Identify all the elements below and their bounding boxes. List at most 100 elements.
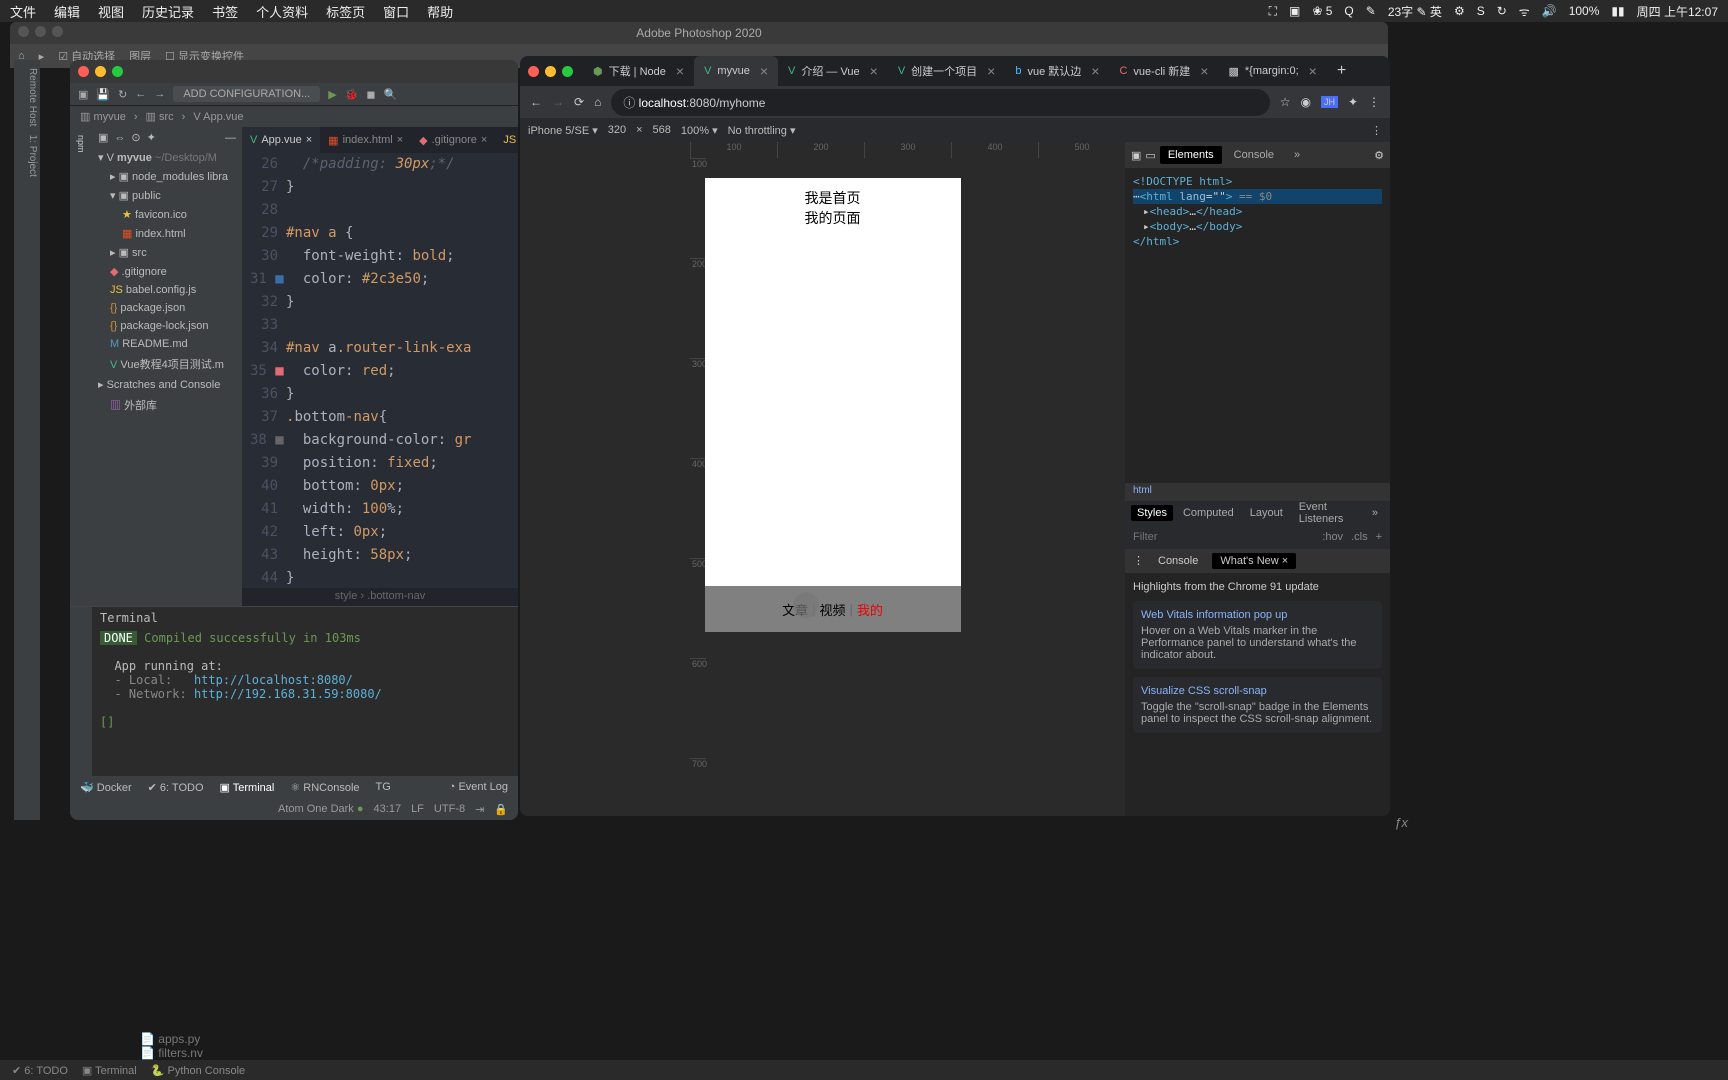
tree-item[interactable]: V Vue教程4项目测试.m: [92, 353, 242, 375]
ime-status[interactable]: 23字 ✎ 英: [1388, 3, 1442, 20]
crumb[interactable]: ▥ src: [146, 110, 174, 123]
browser-tab[interactable]: ▩*{margin:0;×: [1218, 56, 1326, 86]
more-icon[interactable]: ⋮: [1371, 124, 1382, 137]
close-icon[interactable]: ×: [481, 134, 487, 146]
forward-icon[interactable]: →: [154, 88, 165, 100]
ext-icon[interactable]: JH: [1321, 96, 1338, 108]
close-icon[interactable]: ×: [306, 134, 312, 146]
project-icon[interactable]: ▣: [98, 131, 108, 144]
news-card[interactable]: Web Vitals information pop up Hover on a…: [1133, 601, 1382, 669]
debug-icon[interactable]: 🐞: [345, 88, 359, 101]
new-tab-button[interactable]: +: [1327, 62, 1356, 80]
filter-input[interactable]: [1133, 531, 1314, 543]
run-icon[interactable]: ▶: [328, 88, 336, 101]
close-icon[interactable]: ×: [1309, 63, 1317, 79]
back-icon[interactable]: ←: [530, 95, 542, 109]
ide-breadcrumb[interactable]: ▥ myvue › ▥ src › V App.vue: [70, 105, 518, 127]
settings-icon[interactable]: ✦: [147, 131, 156, 144]
python-console-tab[interactable]: 🐍 Python Console: [151, 1064, 245, 1077]
device-width[interactable]: 320: [608, 124, 626, 136]
menu-item[interactable]: 书签: [212, 2, 238, 21]
run-config-button[interactable]: ADD CONFIGURATION...: [173, 86, 320, 102]
forward-icon[interactable]: →: [552, 95, 564, 109]
close-icon[interactable]: ×: [987, 63, 995, 79]
tree-item[interactable]: {} package.json: [92, 299, 242, 317]
extensions-icon[interactable]: ✦: [1348, 95, 1358, 109]
back-icon[interactable]: ←: [135, 88, 146, 100]
drawer-tab[interactable]: Console: [1150, 553, 1206, 569]
address-bar[interactable]: ⓘ localhost:8080/myhome: [611, 89, 1269, 116]
add-rule-button[interactable]: +: [1376, 531, 1382, 543]
window-controls[interactable]: [528, 66, 573, 77]
editor-breadcrumb[interactable]: style › .bottom-nav: [242, 588, 518, 606]
tree-item[interactable]: ▦ index.html: [92, 224, 242, 243]
menu-item[interactable]: 视图: [98, 2, 124, 21]
menu-item[interactable]: 窗口: [383, 2, 409, 21]
collapse-icon[interactable]: ⇔: [114, 132, 125, 144]
record-icon[interactable]: ▣: [1289, 4, 1300, 18]
menu-item[interactable]: 历史记录: [142, 2, 194, 21]
q-icon[interactable]: Q: [1344, 4, 1353, 18]
editor-tab[interactable]: VApp.vue×: [242, 127, 320, 153]
info-icon[interactable]: ⓘ: [623, 96, 635, 110]
tree-item[interactable]: ★ favicon.ico: [92, 205, 242, 224]
stop-icon[interactable]: ◼: [366, 88, 375, 101]
gear-icon[interactable]: ⚙: [1454, 4, 1465, 18]
note-icon[interactable]: ✎: [1366, 4, 1376, 18]
code-area[interactable]: 26 27 28 29 30 31 ■ 32 33 34 35 ■ 36 37 …: [242, 153, 518, 588]
tree-item[interactable]: ▾ ▣ public: [92, 186, 242, 205]
devtools-tab[interactable]: Console: [1226, 146, 1282, 164]
tree-item[interactable]: {} package-lock.json: [92, 317, 242, 335]
tree-root[interactable]: ▾ V myvue ~/Desktop/M: [92, 148, 242, 167]
crumb[interactable]: V App.vue: [193, 111, 243, 123]
close-icon[interactable]: ×: [870, 63, 878, 79]
tree-item[interactable]: ▸ ▣ node_modules libra: [92, 167, 242, 186]
device-icon[interactable]: ▭: [1145, 149, 1155, 162]
close-icon[interactable]: ×: [1091, 63, 1099, 79]
npm-icon[interactable]: npm: [76, 135, 86, 153]
tree-item[interactable]: ▸ ▣ src: [92, 243, 242, 262]
nav-link[interactable]: 我的: [857, 600, 883, 619]
encoding[interactable]: UTF-8: [434, 803, 465, 815]
tg-tab[interactable]: TG: [376, 781, 391, 793]
drawer-tab[interactable]: What's New ×: [1212, 553, 1296, 569]
more-icon[interactable]: »: [1366, 505, 1384, 521]
rnconsole-tab[interactable]: ⚛ RNConsole: [290, 781, 359, 794]
close-icon[interactable]: ×: [676, 63, 684, 79]
nav-link[interactable]: 视频: [819, 600, 845, 619]
screencast-icon[interactable]: ⛶: [1269, 4, 1277, 19]
folder-icon[interactable]: ▣: [78, 88, 88, 101]
device-height[interactable]: 568: [653, 124, 671, 136]
close-icon[interactable]: ×: [1200, 63, 1208, 79]
browser-tab[interactable]: Vmyvue×: [694, 56, 778, 86]
volume-icon[interactable]: 🔊: [1542, 4, 1557, 18]
refresh-icon[interactable]: ↻: [118, 88, 127, 101]
terminal-body[interactable]: Terminal DONE Compiled successfully in 1…: [92, 607, 518, 776]
crumb[interactable]: ▥ myvue: [80, 110, 126, 123]
close-icon[interactable]: ×: [760, 63, 768, 79]
wifi-icon[interactable]: ᯤ: [1519, 3, 1530, 20]
hov-toggle[interactable]: :hov: [1322, 531, 1343, 543]
tree-item[interactable]: JS babel.config.js: [92, 281, 242, 299]
more-icon[interactable]: »: [1286, 146, 1308, 164]
close-icon[interactable]: ×: [1282, 555, 1288, 567]
devtools-subtab[interactable]: Event Listeners: [1293, 499, 1362, 527]
save-icon[interactable]: 💾: [96, 88, 110, 101]
browser-tab[interactable]: ⬢下载 | Node×: [583, 56, 694, 86]
tree-item[interactable]: ▸ Scratches and Console: [92, 375, 242, 394]
tree-item[interactable]: ◆ .gitignore: [92, 262, 242, 281]
todo-tab[interactable]: ✔ 6: TODO: [148, 781, 204, 794]
window-controls[interactable]: [18, 26, 63, 37]
window-controls[interactable]: [70, 60, 518, 83]
hide-icon[interactable]: —: [225, 132, 236, 144]
menu-item[interactable]: 编辑: [54, 2, 80, 21]
device-select[interactable]: iPhone 5/SE ▾: [528, 124, 598, 137]
dom-tree[interactable]: <!DOCTYPE html> ⋯<html lang=""> == $0 ▸<…: [1125, 168, 1390, 255]
wechat-icon[interactable]: ❀ 5: [1312, 4, 1332, 18]
browser-tab[interactable]: V创建一个项目×: [888, 56, 1006, 86]
gear-icon[interactable]: ⚙: [1374, 149, 1384, 162]
event-log[interactable]: ◔ Event Log: [449, 781, 508, 793]
tree-item[interactable]: M README.md: [92, 335, 242, 353]
browser-tab[interactable]: bvue 默认边×: [1005, 56, 1109, 86]
more-icon[interactable]: ⋮: [1133, 554, 1144, 567]
